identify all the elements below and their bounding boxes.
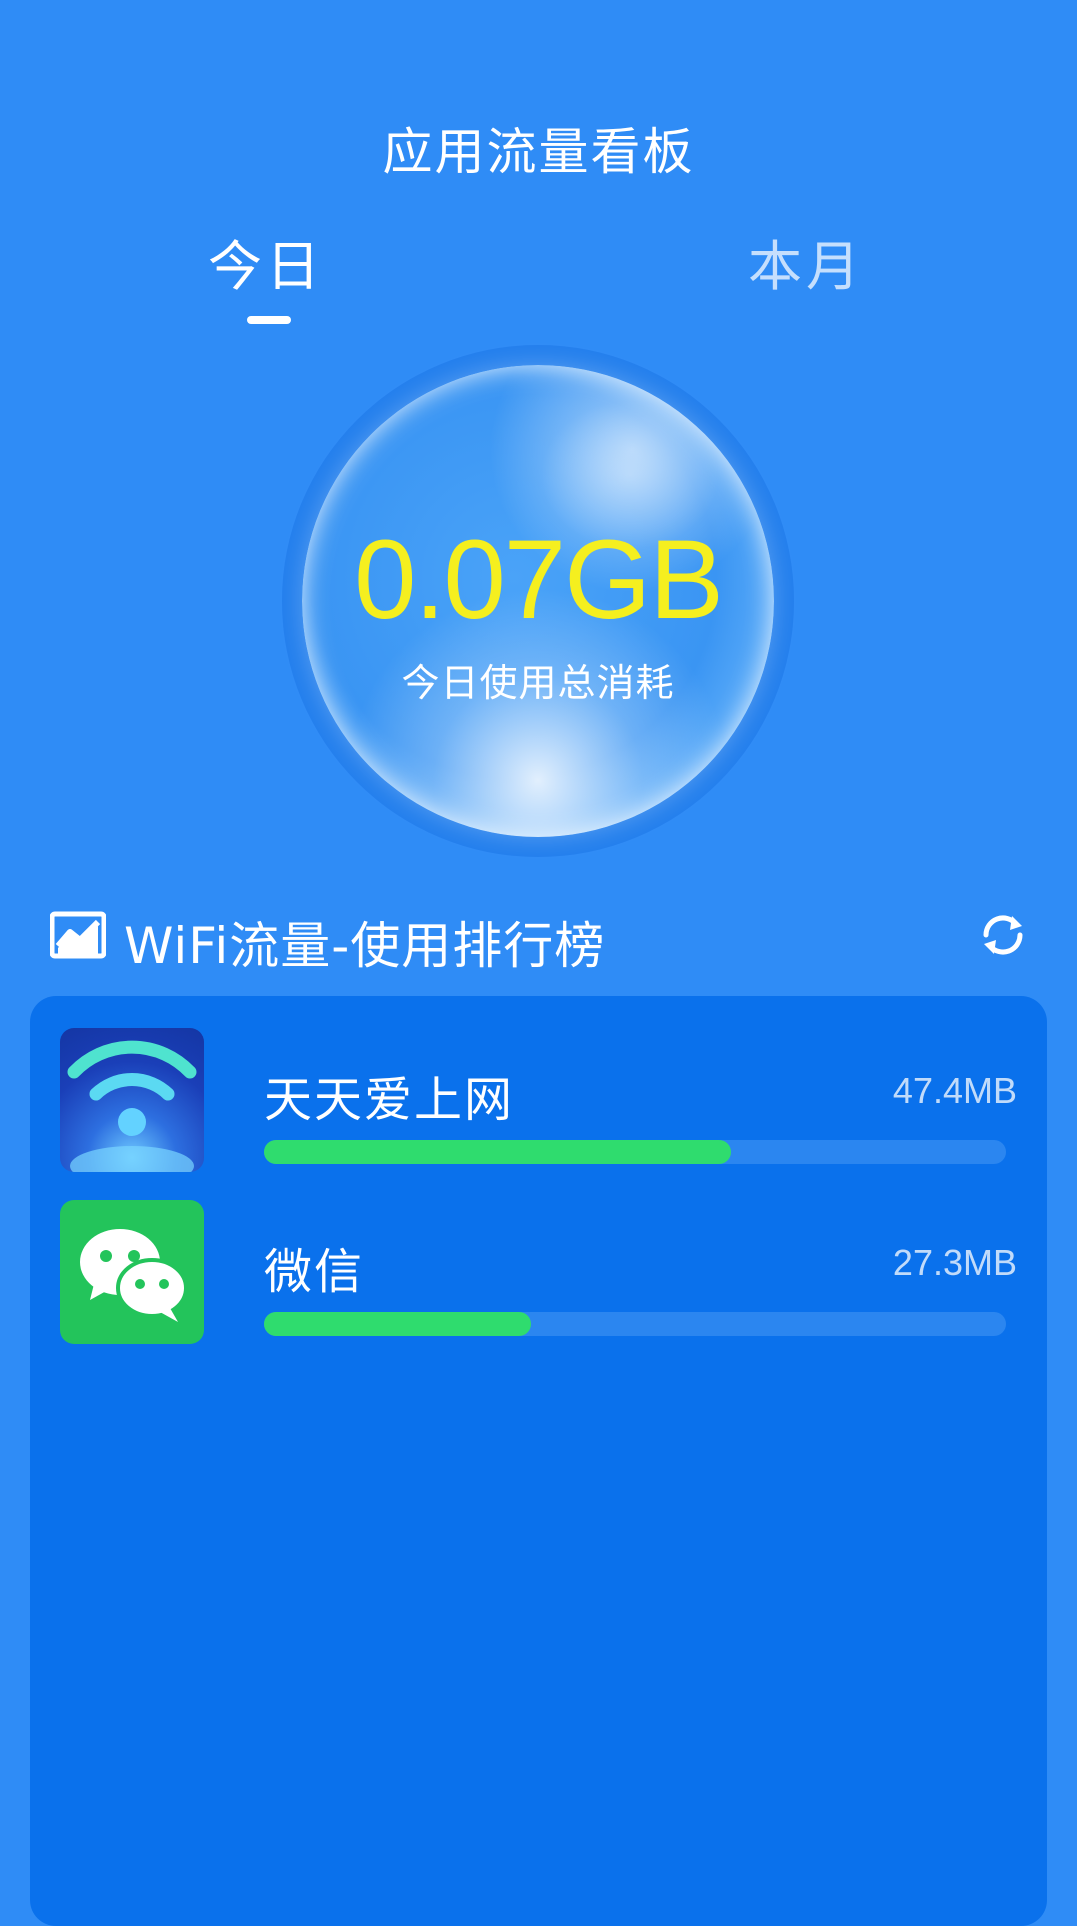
- tab-month[interactable]: 本月: [748, 222, 864, 301]
- app-usage-size: 27.3MB: [892, 1242, 1017, 1283]
- app-name: 天天爱上网: [264, 1072, 515, 1128]
- usage-bar-track: [264, 1140, 1006, 1164]
- usage-bar-fill: [264, 1312, 532, 1336]
- trend-chart-icon: [50, 911, 106, 959]
- ranking-panel: 天天爱上网 47.4MB 微信 27.3MB: [30, 996, 1047, 1926]
- usage-bar-track: [264, 1312, 1006, 1336]
- wechat-icon: [60, 1200, 204, 1344]
- wifi-app-icon: [60, 1028, 204, 1172]
- app-usage-size: 47.4MB: [892, 1070, 1017, 1111]
- tab-active-indicator: [247, 316, 291, 324]
- app-name: 微信: [264, 1244, 365, 1300]
- ranking-header: WiFi流量-使用排行榜: [50, 900, 1030, 975]
- total-usage-label: 今日使用总消耗: [401, 661, 675, 705]
- app-row-1[interactable]: 微信 27.3MB: [60, 1200, 1017, 1350]
- ranking-title: WiFi流量-使用排行榜: [124, 917, 606, 975]
- tab-today[interactable]: 今日: [208, 222, 324, 301]
- page-title: 应用流量看板: [382, 123, 695, 181]
- refresh-icon[interactable]: [976, 908, 1030, 962]
- usage-bar-fill: [264, 1140, 732, 1164]
- total-usage-value: 0.07GB: [354, 517, 724, 642]
- app-row-0[interactable]: 天天爱上网 47.4MB: [60, 1028, 1017, 1178]
